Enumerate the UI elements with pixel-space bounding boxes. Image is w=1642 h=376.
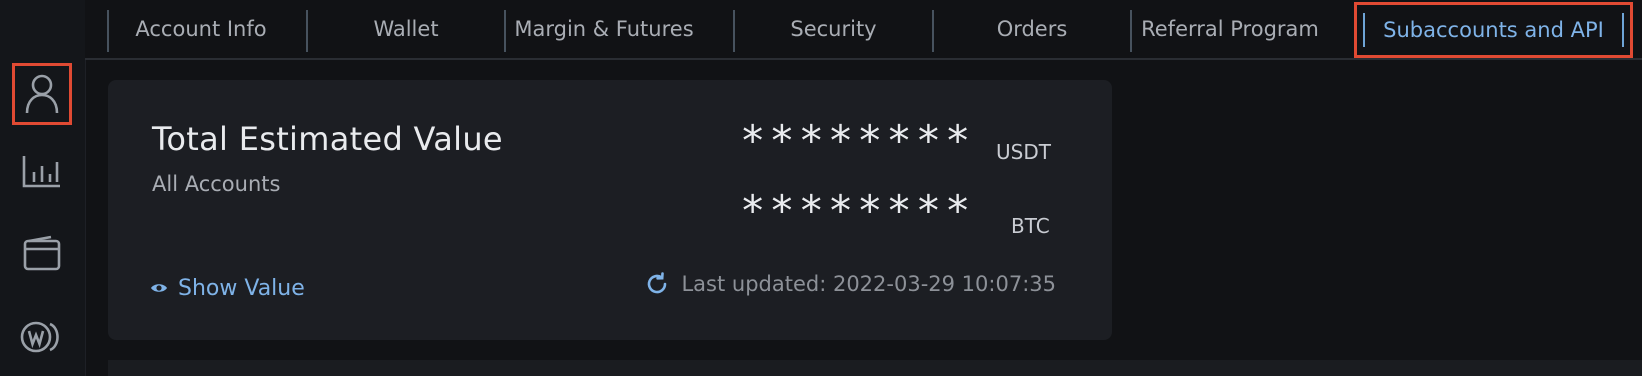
tab-subaccounts-api[interactable]: Subaccounts and API xyxy=(1354,2,1633,58)
tab-divider xyxy=(1363,13,1365,47)
eye-icon xyxy=(150,276,168,301)
total-value-card: Total Estimated Value All Accounts *****… xyxy=(108,80,1112,340)
tab-margin-futures[interactable]: Margin & Futures xyxy=(506,0,702,58)
tab-label: Orders xyxy=(996,17,1068,41)
btc-currency-label: BTC xyxy=(1011,214,1050,238)
sidebar-item-wallet[interactable] xyxy=(12,222,72,284)
show-value-label: Show Value xyxy=(178,276,305,301)
sidebar-item-account[interactable] xyxy=(12,63,72,125)
refresh-icon[interactable] xyxy=(645,272,669,296)
tab-label: Security xyxy=(790,17,877,41)
usdt-currency-label: USDT xyxy=(996,140,1051,164)
tab-label: Margin & Futures xyxy=(514,17,694,41)
tab-label: Wallet xyxy=(373,17,439,41)
tab-label: Subaccounts and API xyxy=(1383,18,1604,42)
last-updated-row: Last updated: 2022-03-29 10:07:35 xyxy=(645,272,1056,296)
tab-security[interactable]: Security xyxy=(735,0,932,58)
sidebar-item-exchange[interactable] xyxy=(12,306,72,368)
tab-label: Account Info xyxy=(135,17,267,41)
w-logo-icon xyxy=(20,319,64,355)
tab-wallet[interactable]: Wallet xyxy=(308,0,504,58)
card-subtitle: All Accounts xyxy=(152,172,281,196)
tab-account-info[interactable]: Account Info xyxy=(109,0,293,58)
tab-divider xyxy=(1622,13,1624,47)
usdt-masked-value: ******** xyxy=(740,116,975,165)
app-root: Account Info Wallet Margin & Futures Sec… xyxy=(0,0,1642,376)
bar-chart-icon xyxy=(22,154,62,188)
sidebar-item-markets[interactable] xyxy=(12,140,72,202)
left-icon-sidebar xyxy=(0,0,86,376)
btc-masked-value: ******** xyxy=(740,186,975,235)
account-tab-bar: Account Info Wallet Margin & Futures Sec… xyxy=(85,0,1642,60)
show-value-button[interactable]: Show Value xyxy=(150,276,305,301)
tab-label: Referral Program xyxy=(1141,17,1319,41)
tab-referral-program[interactable]: Referral Program xyxy=(1132,0,1328,58)
wallet-icon xyxy=(23,235,61,271)
card-title: Total Estimated Value xyxy=(152,120,503,158)
next-card-edge xyxy=(108,360,1642,376)
user-icon xyxy=(24,73,60,115)
tab-orders[interactable]: Orders xyxy=(934,0,1130,58)
last-updated-text: Last updated: 2022-03-29 10:07:35 xyxy=(681,272,1056,296)
